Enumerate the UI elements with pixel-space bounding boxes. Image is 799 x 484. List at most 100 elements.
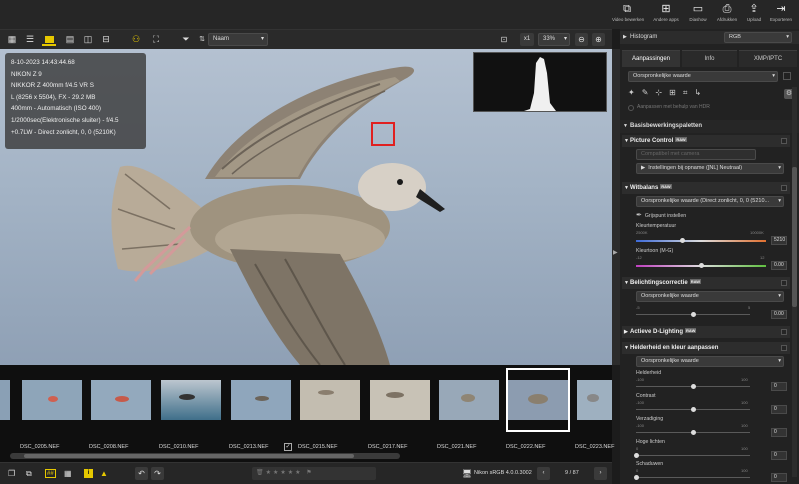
slider-value[interactable]: 0 bbox=[771, 428, 787, 437]
preset-select[interactable]: Oorspronkelijke waarde ▾ bbox=[628, 71, 778, 82]
slider-value[interactable]: 0 bbox=[771, 451, 787, 460]
slider-value[interactable]: 0 bbox=[771, 382, 787, 391]
scrollbar-thumb[interactable] bbox=[24, 454, 354, 458]
checkbox-checked-icon[interactable]: ✓ bbox=[284, 443, 292, 451]
exposure-select[interactable]: Oorspronkelijke waarde ▾ bbox=[636, 291, 784, 302]
thumbnail[interactable] bbox=[439, 380, 499, 420]
info-icon[interactable]: i bbox=[84, 469, 93, 478]
saturation-slider[interactable] bbox=[636, 430, 750, 435]
gray-point-row[interactable]: ✒ Grijspunt instellen bbox=[636, 211, 686, 219]
zoom-1x-button[interactable]: x1 bbox=[520, 33, 534, 46]
list-view-icon[interactable]: ☰ bbox=[24, 33, 36, 46]
compare-view-icon[interactable]: ◫ bbox=[82, 33, 94, 46]
picture-control-select[interactable]: ▶ Instellingen bij opname ([NL] Neutraal)… bbox=[636, 163, 784, 174]
fullscreen-icon[interactable]: ⛶ bbox=[150, 33, 162, 46]
panel-splitter[interactable]: ▶ bbox=[612, 49, 620, 365]
previous-image-button[interactable]: ‹ bbox=[537, 467, 550, 480]
white-balance-select[interactable]: Oorspronkelijke waarde (Direct zonlicht,… bbox=[636, 196, 784, 207]
straighten-icon[interactable]: ↳ bbox=[694, 88, 708, 97]
filter-icon[interactable]: ⏷ bbox=[180, 33, 192, 46]
print-button[interactable]: ⎙ Afdrukken bbox=[712, 3, 742, 27]
curves-icon[interactable]: ⊹ bbox=[655, 88, 669, 97]
delete-icon[interactable]: 🗑 bbox=[256, 470, 266, 476]
stack-icon[interactable]: ❐ bbox=[8, 467, 15, 480]
slider-value[interactable]: 0 bbox=[771, 405, 787, 414]
sort-order-icon[interactable]: ⇅ bbox=[197, 33, 207, 46]
people-filter-icon[interactable]: ⚇ bbox=[128, 33, 144, 46]
slider-value[interactable]: 0 bbox=[771, 473, 787, 482]
sort-select[interactable]: Naam ▾ bbox=[208, 33, 268, 46]
picture-control-section[interactable]: ▼ Picture Control RAW bbox=[622, 135, 790, 147]
selected-thumbnail-frame[interactable] bbox=[506, 368, 570, 432]
slider-knob[interactable] bbox=[690, 407, 696, 412]
brightness-slider[interactable] bbox=[636, 384, 750, 389]
hdr-checkbox[interactable] bbox=[628, 105, 634, 111]
slider-knob[interactable] bbox=[690, 312, 696, 317]
edit-video-button[interactable]: ⧉ Video bewerken bbox=[612, 3, 644, 27]
rotate-right-icon[interactable]: ↷ bbox=[151, 467, 164, 480]
temperature-slider[interactable] bbox=[636, 238, 766, 243]
copy-icon[interactable]: ⧉ bbox=[26, 467, 32, 480]
zoom-select[interactable]: 33% ▾ bbox=[538, 33, 570, 46]
thumbnail-partial[interactable] bbox=[0, 380, 10, 420]
other-apps-button[interactable]: ⊞ Andere apps bbox=[651, 3, 681, 27]
brightness-section[interactable]: ▼ Helderheid en kleur aanpassen bbox=[622, 342, 790, 354]
grid-overlay-icon[interactable]: ## bbox=[45, 469, 56, 478]
thumbnail[interactable] bbox=[161, 380, 221, 420]
scrollbar-thumb[interactable] bbox=[792, 167, 797, 307]
exposure-section[interactable]: ▼ Belichtingscorrectie RAW bbox=[622, 277, 790, 289]
section-checkbox[interactable] bbox=[781, 280, 787, 286]
zoom-in-icon[interactable]: ⊕ bbox=[592, 33, 605, 46]
exposure-amount[interactable]: 0.00 bbox=[771, 310, 787, 319]
zoom-out-icon[interactable]: ⊖ bbox=[575, 33, 588, 46]
tab-xmp-iptc[interactable]: XMP/IPTC bbox=[739, 50, 797, 67]
tint-slider[interactable] bbox=[636, 263, 766, 268]
slider-knob[interactable] bbox=[633, 475, 639, 480]
auto-fix-icon[interactable]: ✦ bbox=[628, 88, 642, 97]
highlight-warning-icon[interactable]: ▲ bbox=[100, 467, 108, 480]
fit-screen-icon[interactable]: ⊡ bbox=[496, 33, 512, 46]
thumbnail[interactable] bbox=[300, 380, 360, 420]
upload-button[interactable]: ⇪ Upload bbox=[739, 3, 769, 27]
thumbnail[interactable] bbox=[231, 380, 291, 420]
thumbnail[interactable] bbox=[508, 380, 568, 420]
adl-section[interactable]: ▶ Actieve D-Lighting RAW bbox=[622, 326, 790, 338]
levels-icon[interactable]: ⊞ bbox=[669, 88, 683, 97]
thumbnail[interactable] bbox=[22, 380, 82, 420]
filmstrip-scrollbar[interactable] bbox=[10, 453, 400, 459]
contrast-slider[interactable] bbox=[636, 407, 750, 412]
filmstrip-view-icon[interactable]: ▤ bbox=[64, 33, 76, 46]
grid-view-icon[interactable]: ▦ bbox=[6, 33, 18, 46]
slider-knob[interactable] bbox=[690, 384, 696, 389]
table-icon[interactable]: ▦ bbox=[64, 467, 72, 480]
histogram-channel-select[interactable]: RGB ▾ bbox=[724, 32, 792, 43]
slider-knob[interactable] bbox=[633, 453, 639, 458]
tab-adjustments[interactable]: Aanpassingen bbox=[622, 50, 680, 67]
export-button[interactable]: ⇥ Exporteren bbox=[766, 3, 796, 27]
image-viewer[interactable]: 8-10-2023 14:43:44.68 NIKON Z 9 NIKKOR Z… bbox=[0, 49, 612, 365]
brush-icon[interactable]: ✎ bbox=[642, 88, 656, 97]
rating-bar[interactable]: 🗑★★★★★ ⚑ bbox=[252, 467, 376, 480]
preset-checkbox[interactable] bbox=[783, 72, 791, 80]
crop-icon[interactable]: ⌗ bbox=[683, 88, 695, 97]
section-checkbox[interactable] bbox=[781, 345, 787, 351]
exposure-slider[interactable] bbox=[636, 312, 750, 317]
label-flag-icon[interactable]: ⚑ bbox=[306, 470, 313, 476]
slider-knob[interactable] bbox=[680, 238, 686, 243]
temp-value[interactable]: 5210 bbox=[771, 236, 787, 245]
basic-palettes-header[interactable]: ▼ Basisbewerkingspaletten bbox=[620, 120, 799, 133]
section-checkbox[interactable] bbox=[781, 329, 787, 335]
thumbnail[interactable] bbox=[370, 380, 430, 420]
section-checkbox[interactable] bbox=[781, 185, 787, 191]
slider-knob[interactable] bbox=[698, 263, 704, 268]
slideshow-button[interactable]: ▭ Diashow bbox=[683, 3, 713, 27]
brightness-preset-select[interactable]: Oorspronkelijke waarde ▾ bbox=[636, 356, 784, 367]
section-checkbox[interactable] bbox=[781, 138, 787, 144]
panel-scrollbar[interactable] bbox=[792, 87, 797, 477]
tint-value[interactable]: 0.00 bbox=[771, 261, 787, 270]
shadows-slider[interactable] bbox=[633, 475, 750, 480]
highlights-slider[interactable] bbox=[633, 453, 750, 458]
next-image-button[interactable]: › bbox=[594, 467, 607, 480]
thumbnail-partial[interactable] bbox=[577, 380, 612, 420]
slider-knob[interactable] bbox=[690, 430, 696, 435]
